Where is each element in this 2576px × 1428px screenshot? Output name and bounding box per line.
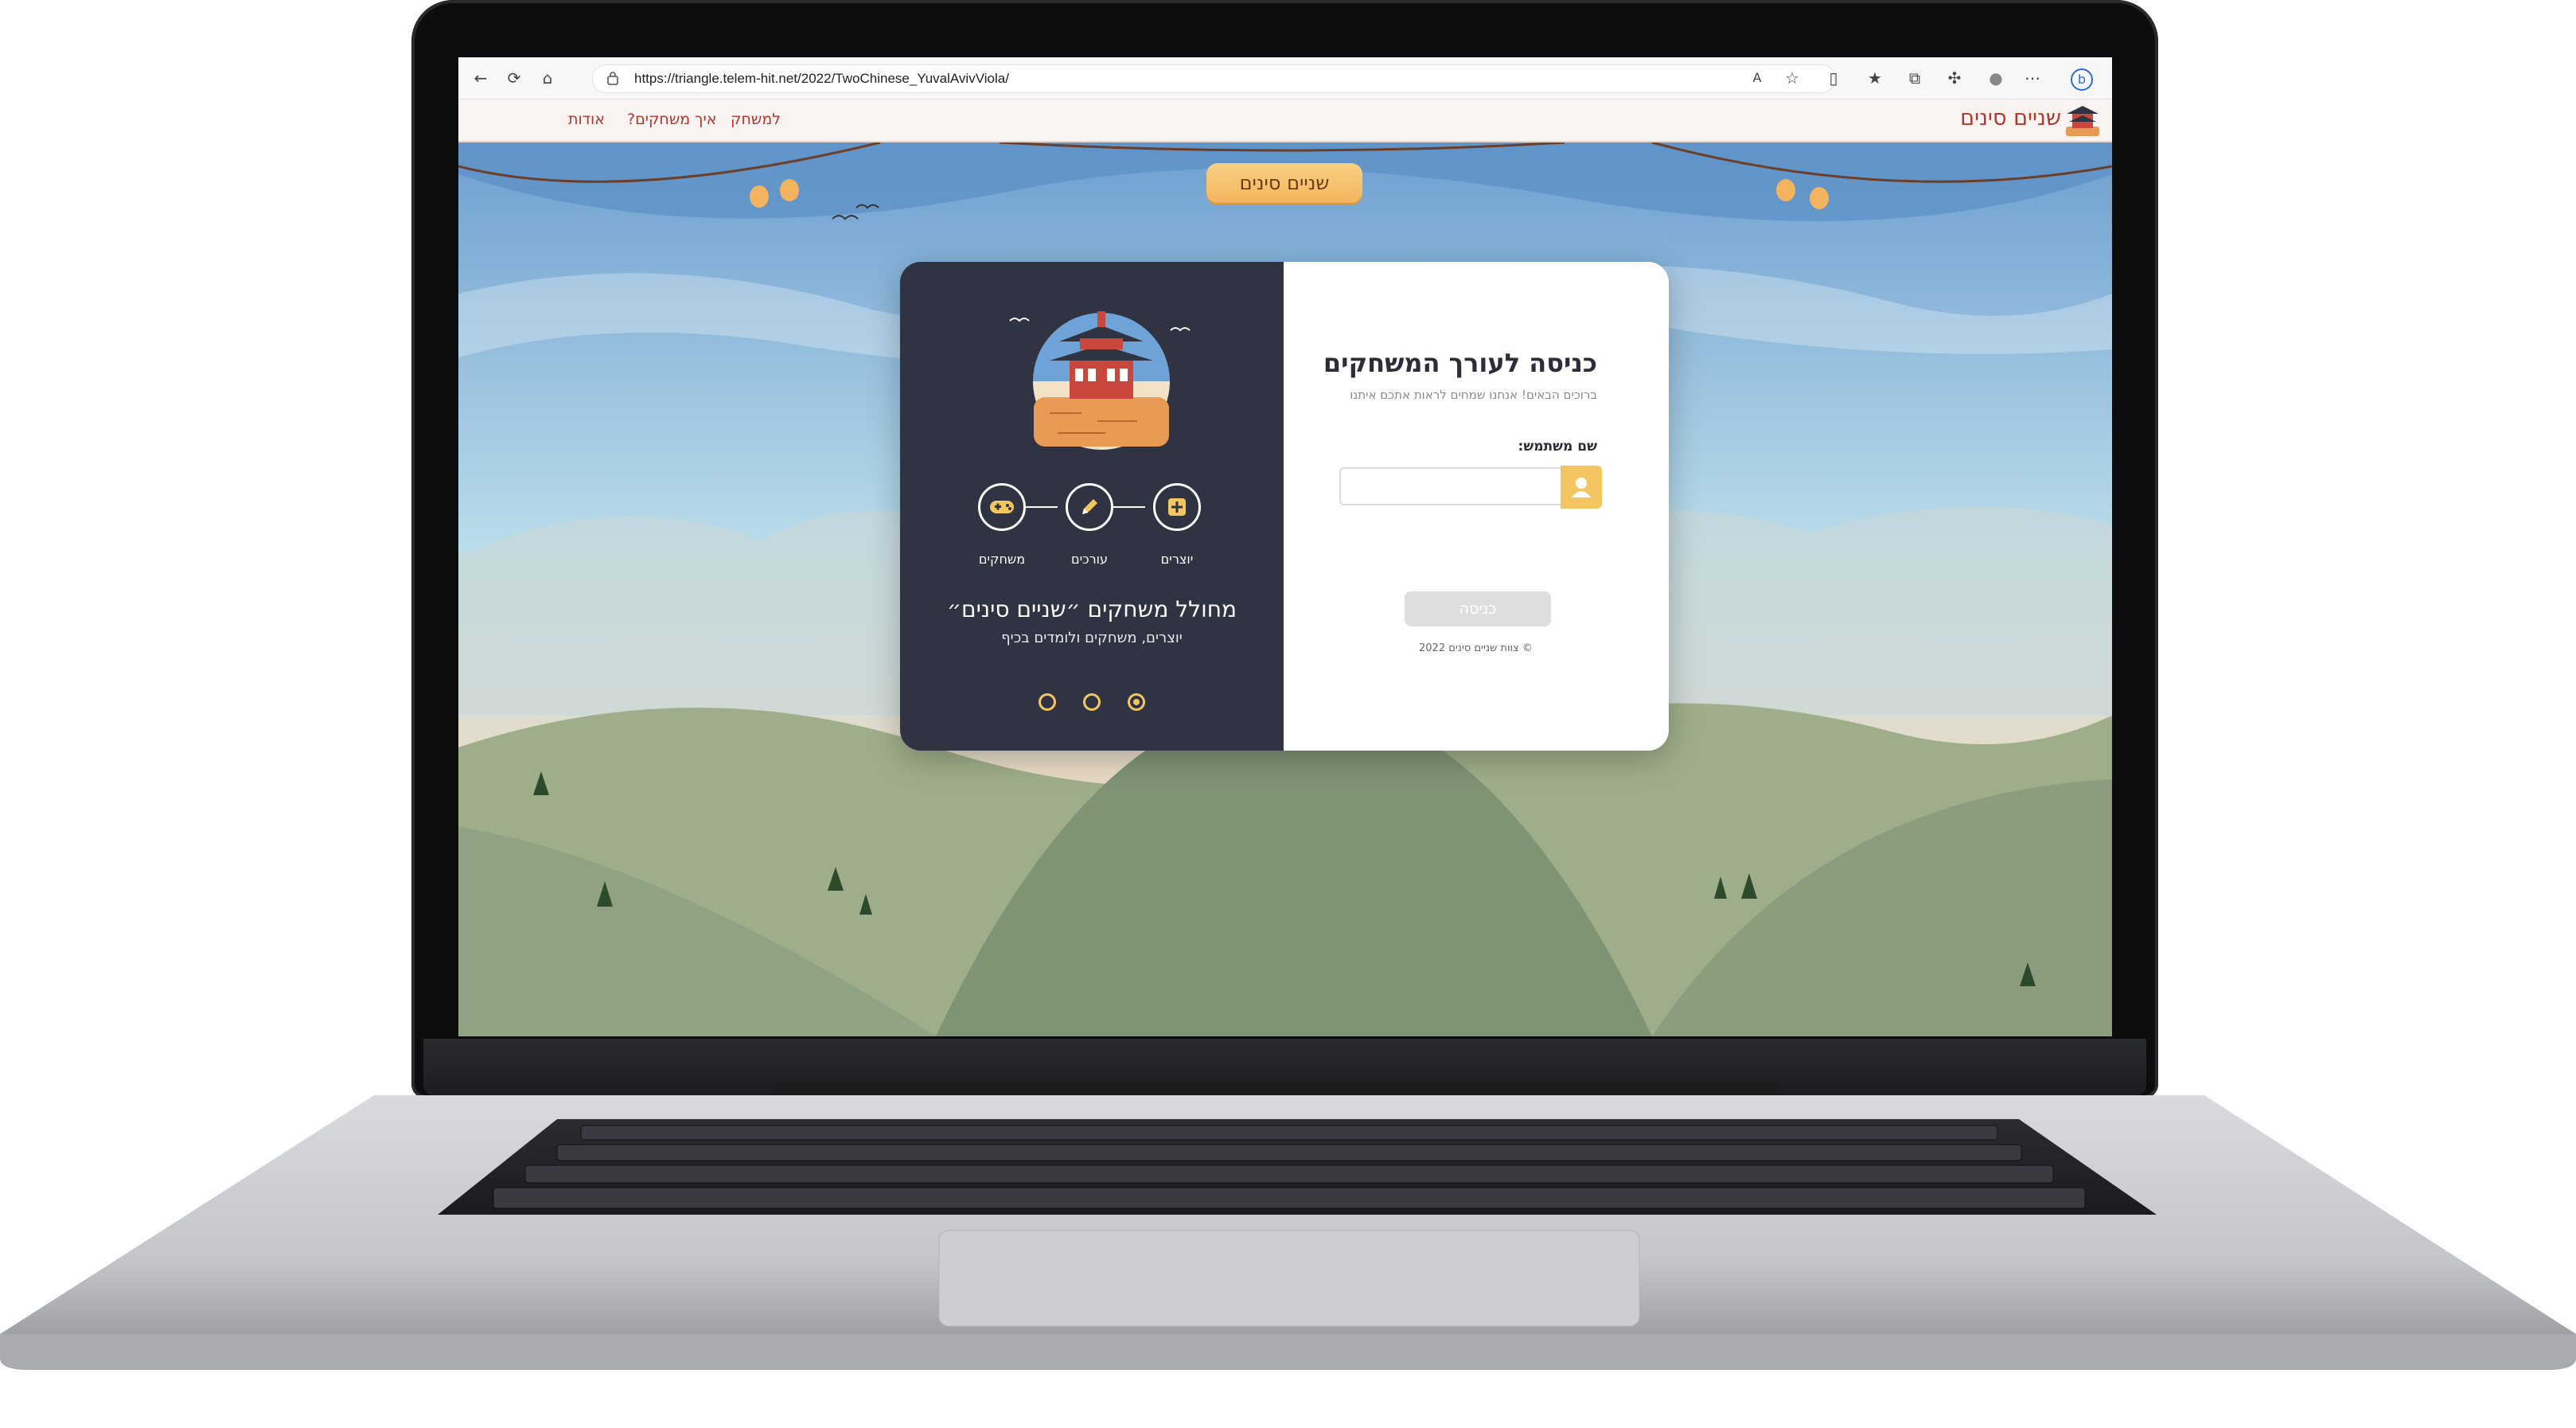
carousel-dot-2[interactable]	[1083, 693, 1101, 711]
info-title: מחולל משחקים ״שניים סינים״	[946, 596, 1237, 622]
home-icon[interactable]: ⌂	[538, 68, 557, 88]
login-title: כניסה לעורך המשחקים	[1323, 348, 1597, 378]
carousel-dot-1[interactable]	[1039, 693, 1056, 711]
login-subtitle: ברוכים הבאים! אנחנו שמחים לראות אתכם אית…	[1350, 388, 1597, 402]
lock-icon	[607, 72, 618, 85]
brand-logo[interactable]	[2063, 103, 2102, 138]
pagoda-illustration	[1009, 311, 1191, 450]
screen: ← ⟳ ⌂ https://triangle.telem-hit.net/202…	[458, 57, 2112, 1036]
title-tag: שניים סינים	[1206, 163, 1362, 203]
brand-title[interactable]: שניים סינים	[1960, 106, 2061, 131]
url-text: https://triangle.telem-hit.net/2022/TwoC…	[634, 71, 1009, 86]
collections-icon[interactable]: ⧉	[1905, 68, 1924, 88]
step-label-creators: יוצרים	[1160, 552, 1194, 567]
favorite-icon[interactable]: ☆	[1783, 68, 1802, 88]
login-card: משחקים עורכים יוצרים מחולל משחקים ״שניים…	[900, 262, 1669, 751]
browser-toolbar: ← ⟳ ⌂ https://triangle.telem-hit.net/202…	[458, 57, 2112, 99]
split-screen-icon[interactable]: ▯	[1824, 68, 1843, 88]
read-aloud-icon[interactable]: A	[1748, 68, 1767, 88]
username-input[interactable]	[1339, 467, 1562, 505]
carousel-dot-3[interactable]	[1128, 693, 1145, 711]
footer-text: צוות שניים סינים 2022	[1419, 642, 1519, 654]
add-square-icon	[1153, 483, 1201, 531]
pencil-icon	[1066, 483, 1113, 531]
copyright-icon: ©	[1522, 642, 1533, 654]
back-icon[interactable]: ←	[471, 68, 490, 88]
refresh-icon[interactable]: ⟳	[505, 68, 524, 88]
step-connector	[1021, 506, 1058, 508]
username-label: שם משתמש:	[1518, 439, 1597, 455]
login-button[interactable]: כניסה	[1405, 591, 1551, 626]
nav-how-to-play[interactable]: איך משחקים?	[627, 111, 716, 128]
address-bar[interactable]: https://triangle.telem-hit.net/2022/TwoC…	[592, 64, 1835, 93]
bing-icon[interactable]: b	[2071, 68, 2093, 91]
profile-icon[interactable]: ●	[1986, 68, 2005, 88]
extensions-icon[interactable]: ✣	[1945, 68, 1964, 88]
nav-to-game[interactable]: למשחק	[731, 111, 781, 128]
nav-about[interactable]: אודות	[568, 111, 605, 128]
trackpad	[938, 1230, 1640, 1327]
site-header: שניים סינים אודות איך משחקים? למשחק	[458, 99, 2112, 142]
copyright-footer: © צוות שניים סינים 2022	[1419, 642, 1533, 654]
laptop-base	[0, 1095, 2576, 1370]
more-icon[interactable]: ⋯	[2023, 68, 2042, 88]
info-subtitle: יוצרים, משחקים ולומדים בכיף	[1001, 630, 1183, 646]
scene-background: שניים סינים משחקים עורכים יוצרים מחולל מ…	[458, 142, 2112, 1036]
favorites-bar-icon[interactable]: ★	[1865, 68, 1884, 88]
user-icon	[1561, 466, 1602, 509]
login-panel: כניסה לעורך המשחקים ברוכים הבאים! אנחנו …	[1284, 262, 1669, 751]
step-label-players: משחקים	[978, 552, 1026, 567]
step-label-editors: עורכים	[1070, 552, 1109, 567]
info-panel: משחקים עורכים יוצרים מחולל משחקים ״שניים…	[900, 262, 1284, 751]
gamepad-icon	[978, 483, 1026, 531]
